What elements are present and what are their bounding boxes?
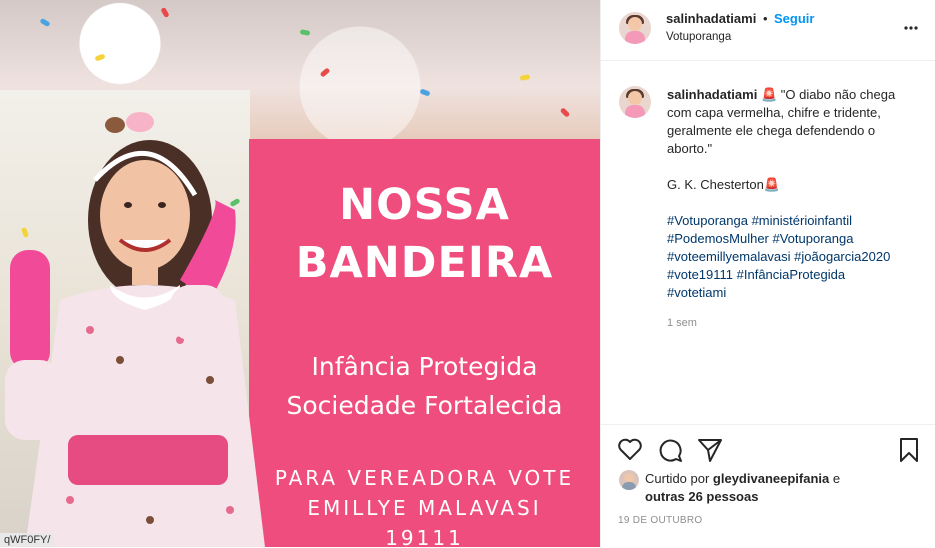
bookmark-icon[interactable]: [897, 437, 921, 468]
hashtags-line-2[interactable]: #PodemosMulher #Votuporanga: [667, 230, 917, 248]
caption-author: G. K. Chesterton🚨: [667, 177, 781, 192]
panel-line-3: 19111: [385, 526, 464, 547]
likes-conj: e: [829, 471, 841, 486]
comment-icon[interactable]: [657, 437, 683, 468]
action-bar: Curtido por gleydivaneepifania e outras …: [601, 424, 935, 548]
caption-time[interactable]: 1 sem: [667, 314, 917, 332]
share-icon[interactable]: [697, 437, 723, 468]
liker-avatar[interactable]: [619, 470, 639, 490]
panel-title-2: BANDEIRA: [295, 238, 554, 288]
panel-title-1: NOSSA: [339, 180, 510, 230]
likes-prefix: Curtido por: [645, 471, 713, 486]
hashtags-line-1[interactable]: #Votuporanga #ministérioinfantil: [667, 212, 917, 230]
caption-avatar[interactable]: [619, 86, 651, 118]
liker-username[interactable]: gleydivaneepifania: [713, 471, 829, 486]
hashtags-line-5[interactable]: #votetiami: [667, 284, 917, 302]
panel-subtitle-2: Sociedade Fortalecida: [286, 391, 563, 420]
heart-icon[interactable]: [617, 437, 643, 466]
woman-illustration: [5, 112, 265, 547]
panel-line-2: EMILLYE MALAVASI: [307, 496, 542, 520]
post-image[interactable]: NOSSA BANDEIRA Infância Protegida Socied…: [0, 0, 600, 547]
header-username[interactable]: salinhadatiami: [666, 11, 756, 26]
post-sidebar: salinhadatiami • Seguir Votuporanga sali…: [600, 0, 935, 547]
location-link[interactable]: Votuporanga: [666, 31, 731, 43]
likes-summary: Curtido por gleydivaneepifania e outras …: [645, 470, 885, 506]
hashtags-line-4[interactable]: #vote19111 #InfânciaProtegida: [667, 266, 917, 284]
separator-dot: •: [763, 11, 768, 26]
caption-username[interactable]: salinhadatiami: [667, 87, 757, 102]
panel-subtitle-1: Infância Protegida: [311, 352, 538, 381]
siren-emoji: 🚨: [760, 87, 778, 102]
caption: salinhadatiami 🚨 "O diabo não chega com …: [667, 86, 917, 332]
post-header: salinhadatiami • Seguir Votuporanga: [601, 0, 935, 61]
follow-button[interactable]: Seguir: [774, 11, 814, 26]
more-horizontal-icon[interactable]: [903, 20, 919, 41]
hashtags-line-3[interactable]: #voteemillyemalavasi #joãogarcia2020: [667, 248, 917, 266]
post-date[interactable]: 19 DE OUTUBRO: [618, 515, 702, 526]
instagram-post: NOSSA BANDEIRA Infância Protegida Socied…: [0, 0, 935, 547]
avatar[interactable]: [619, 12, 651, 44]
likes-others-link[interactable]: outras 26 pessoas: [645, 489, 758, 504]
image-watermark-tag: qWF0FY/: [0, 533, 55, 547]
panel-line-1: PARA VEREADORA VOTE: [274, 466, 575, 490]
